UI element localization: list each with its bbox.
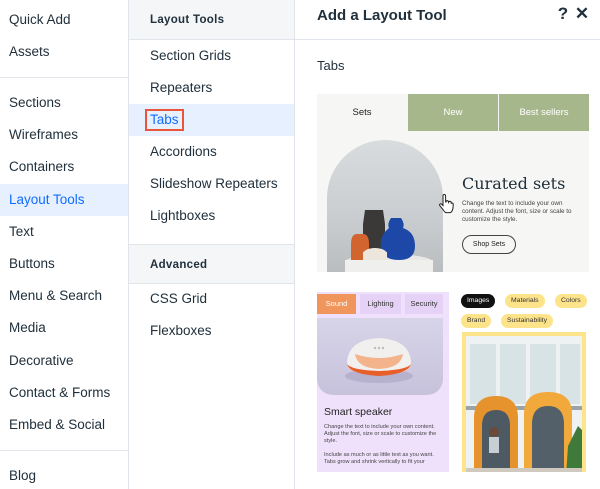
preview-heading: Curated sets: [462, 174, 566, 193]
subcategory-repeaters[interactable]: Repeaters: [129, 72, 294, 104]
add-layout-tool-panel: Add a Layout Tool ? ✕ Tabs Sets New Best…: [295, 0, 600, 489]
category-media[interactable]: Media: [0, 312, 128, 344]
preview-tab-images: Images: [461, 294, 496, 308]
category-wireframes[interactable]: Wireframes: [0, 119, 128, 151]
category-menu-search[interactable]: Menu & Search: [0, 280, 128, 312]
subcategory-css-grid[interactable]: CSS Grid: [129, 283, 294, 315]
speaker-image: [317, 318, 443, 395]
subcategory-accordions[interactable]: Accordions: [129, 136, 294, 168]
preview-heading: Smart speaker: [324, 406, 393, 418]
panel-title: Add a Layout Tool: [317, 7, 447, 24]
subcategory-tabs-label: Tabs: [145, 109, 184, 131]
subcategory-sidebar: Layout Tools Section Grids Repeaters Tab…: [129, 0, 295, 489]
category-quick-add[interactable]: Quick Add: [0, 4, 128, 36]
preview-shop-sets-button: Shop Sets: [462, 235, 516, 254]
hand-cursor-icon: [439, 194, 454, 214]
preview-tab-brand: Brand: [461, 314, 492, 328]
subcategory-flexboxes[interactable]: Flexboxes: [129, 315, 294, 347]
category-sidebar: Quick Add Assets Sections Wireframes Con…: [0, 0, 129, 489]
close-icon[interactable]: ✕: [573, 4, 591, 24]
help-icon[interactable]: ?: [554, 4, 572, 24]
panel-subtitle: Tabs: [317, 58, 345, 73]
divider: [0, 450, 128, 451]
tabs-preset-images[interactable]: Images Materials Colors Brand Sustainabi…: [459, 292, 589, 472]
tabs-preset-curated-sets[interactable]: Sets New Best sellers Curated sets Chang…: [317, 94, 589, 272]
preview-tab-lighting: Lighting: [360, 294, 401, 314]
category-embed-social[interactable]: Embed & Social: [0, 409, 128, 441]
preview-tab-colors: Colors: [555, 294, 587, 308]
category-buttons[interactable]: Buttons: [0, 248, 128, 280]
subcategory-tabs[interactable]: Tabs: [129, 104, 294, 136]
category-assets[interactable]: Assets: [0, 36, 128, 68]
category-contact-forms[interactable]: Contact & Forms: [0, 377, 128, 409]
category-containers[interactable]: Containers: [0, 151, 128, 183]
category-sections[interactable]: Sections: [0, 87, 128, 119]
section-header-advanced: Advanced: [129, 244, 294, 284]
divider: [295, 39, 600, 40]
vases-image: [327, 140, 443, 272]
preview-body-text-2: Include as much or as little text as you…: [324, 452, 434, 465]
preview-tab-security: Security: [405, 294, 443, 314]
preview-tab-best-sellers: Best sellers: [499, 94, 589, 131]
office-pods-image: [462, 332, 586, 472]
divider: [0, 77, 128, 78]
preview-tab-sets: Sets: [317, 94, 407, 131]
preview-body-text: Change the text to include your own cont…: [462, 200, 572, 223]
preview-tab-new: New: [408, 94, 498, 131]
subcategory-lightboxes[interactable]: Lightboxes: [129, 200, 294, 232]
category-decorative[interactable]: Decorative: [0, 345, 128, 377]
preview-body-text: Change the text to include your own cont…: [324, 424, 437, 444]
section-header-layout-tools: Layout Tools: [129, 0, 294, 40]
category-blog[interactable]: Blog: [0, 460, 128, 489]
preview-tab-sustainability: Sustainability: [501, 314, 554, 328]
tabs-preset-smart-speaker[interactable]: Sound Lighting Security Smart speaker Ch…: [317, 292, 449, 472]
category-layout-tools[interactable]: Layout Tools: [0, 184, 128, 216]
subcategory-section-grids[interactable]: Section Grids: [129, 40, 294, 72]
category-text[interactable]: Text: [0, 216, 128, 248]
preview-tab-materials: Materials: [505, 294, 545, 308]
preview-tab-sound: Sound: [317, 294, 356, 314]
subcategory-slideshow-repeaters[interactable]: Slideshow Repeaters: [129, 168, 294, 200]
